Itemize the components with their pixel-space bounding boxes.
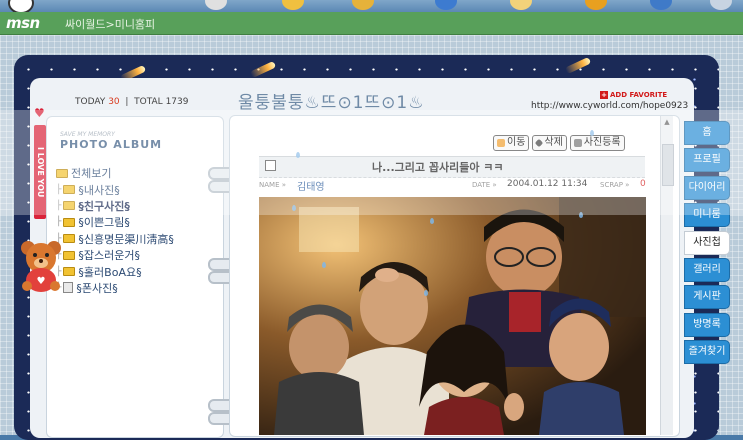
folder-label: §신흥명문渠川淸高§ [78,232,174,246]
folder-icon [63,234,76,244]
tree-branch: ├ [56,184,62,195]
plus-icon: + [600,91,608,99]
photo-action-bar: 이동 삭제 사진등록 [493,135,625,151]
raindrop-decoration [292,205,296,211]
photo-scrollbar[interactable]: ▲ [660,116,674,435]
raindrop-decoration [296,152,300,158]
tree-branch: ├ [56,200,62,211]
raindrop-decoration [430,218,434,224]
nav-tabs: 홈 프로필 다이어리 미니룸 사진첩 갤러리 게시판 방명록 즐겨찾기 [684,121,730,368]
folder-icon [63,201,76,211]
album-title: PHOTO ALBUM [60,138,163,151]
tab-diary[interactable]: 다이어리 [684,175,730,200]
total-count: 1739 [165,97,189,107]
love-ribbon: I LOVE YOU [34,125,46,219]
total-label: TOTAL [134,97,163,107]
homepage-url[interactable]: http://www.cyworld.com/hope0923 [531,101,688,111]
folder-item-all[interactable]: 전체보기 [56,165,221,181]
today-label: TODAY [75,97,106,107]
folder-icon [63,267,76,277]
folder-label: §홀러BoA요§ [78,265,142,279]
tab-photo-album[interactable]: 사진첩 [684,230,730,255]
folder-item[interactable]: ├ §이쁜그림§ [56,214,221,230]
album-subtitle: SAVE MY MEMORY [60,131,115,138]
desktop-icon[interactable] [352,0,374,10]
folder-label: 전체보기 [71,167,112,181]
teddy-bear-icon: ♥ [21,241,61,292]
folder-tree: 전체보기 ├ §내사진§ ├ §친구사진§ ├ §이쁜그림§ ├ §신흥명문渠川… [56,165,221,296]
raindrop-decoration [579,212,583,218]
scrap-label: SCRAP » [600,181,630,189]
visitor-counter: TODAY 30 | TOTAL 1739 [75,97,189,107]
move-label: 이동 [507,137,526,148]
raindrop-decoration [424,290,428,296]
tab-profile[interactable]: 프로필 [684,148,730,173]
folder-label: §폰사진§ [76,281,118,295]
folder-item[interactable]: └ §폰사진§ [56,280,221,296]
today-count: 30 [108,97,120,107]
tab-gallery[interactable]: 갤러리 [684,257,730,282]
scroll-up-arrow-icon[interactable]: ▲ [662,118,672,128]
add-favorite-label: ADD FAVORITE [610,91,668,99]
delete-label: 삭제 [544,137,563,148]
pencil-icon [497,139,505,147]
folder-icon [63,185,76,195]
tab-favorites[interactable]: 즐겨찾기 [684,340,730,365]
tab-home[interactable]: 홈 [684,121,730,145]
album-header: SAVE MY MEMORY PHOTO ALBUM [60,131,162,151]
delete-button[interactable]: 삭제 [532,135,567,151]
post-meta: NAME » 김태영 DATE » 2004.01.12 11:34 SCRAP… [259,178,646,194]
name-label: NAME » [259,181,286,189]
move-button[interactable]: 이동 [493,135,530,151]
heart-icon: ♥ [34,106,45,120]
scroll-thumb[interactable] [662,144,674,186]
folder-label: §친구사진§ [78,199,130,213]
folder-item[interactable]: ├ §잡스러운거§ [56,247,221,263]
folder-icon [56,168,68,178]
svg-text:♥: ♥ [37,276,46,287]
scrap-count: 0 [640,179,646,189]
breadcrumb[interactable]: 싸이월드>미니홈피 [65,16,155,32]
post-title: 나...그리고 꼽사리들아 ㅋㅋ [372,161,504,174]
album-photo[interactable] [259,197,646,435]
folder-item-selected[interactable]: ├ §친구사진§ [56,198,221,214]
diamond-icon [535,138,544,148]
post-date: 2004.01.12 11:34 [507,179,588,189]
desktop-icon[interactable] [650,0,672,10]
add-favorite-button[interactable]: + ADD FAVORITE [600,91,667,99]
camera-icon [573,139,582,147]
tab-guestbook[interactable]: 방명록 [684,312,730,337]
desktop-icon[interactable] [510,0,532,10]
folder-item[interactable]: ├ §신흥명문渠川淸高§ [56,231,221,247]
folder-item[interactable]: ├ §홀러BoA요§ [56,263,221,279]
raindrop-decoration [322,262,326,268]
tab-miniroom[interactable]: 미니룸 [684,203,730,228]
site-title: 울퉁불퉁♨뜨⊙1뜨⊙1♨ [238,93,425,113]
folder-icon [63,217,76,227]
desktop-icon[interactable] [205,0,227,10]
author-name[interactable]: 김태영 [297,178,325,193]
raindrop-decoration [590,130,594,136]
desktop-icon[interactable] [8,0,34,12]
desktop-icon[interactable] [710,0,732,10]
desktop-icon-strip [0,0,743,12]
photo-image [259,197,646,435]
folder-icon [63,250,76,260]
desktop-icon[interactable] [435,0,457,10]
register-photo-button[interactable]: 사진등록 [569,135,625,151]
folder-item[interactable]: ├ §내사진§ [56,181,221,197]
date-label: DATE » [472,181,497,189]
desktop-icon[interactable] [585,0,607,10]
register-label: 사진등록 [583,137,621,148]
tab-board[interactable]: 게시판 [684,285,730,310]
msn-logo[interactable]: msn [6,14,40,32]
folder-label: §잡스러운거§ [78,249,141,263]
phone-icon [63,282,74,294]
folder-label: §이쁜그림§ [78,216,130,230]
tree-branch: ├ [56,217,62,228]
desktop-icon[interactable] [282,0,304,10]
msn-title-bar: msn 싸이월드>미니홈피 [0,12,743,35]
folder-label: §내사진§ [78,183,120,197]
select-checkbox[interactable] [265,160,276,171]
